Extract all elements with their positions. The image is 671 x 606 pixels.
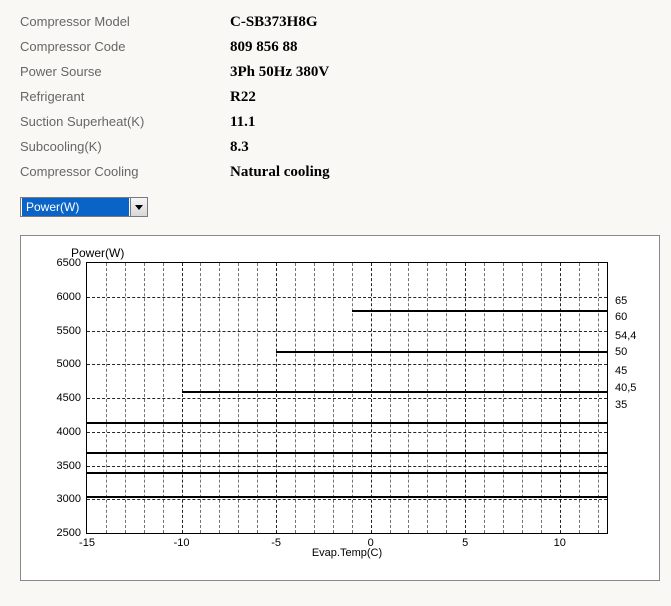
chart-ytick-label: 3000	[57, 493, 81, 505]
chart-gridline-vertical	[200, 263, 201, 533]
chart-xtick-label: 0	[368, 537, 374, 549]
chart-gridline-horizontal	[87, 364, 607, 365]
spec-value-power: 3Ph 50Hz 380V	[230, 64, 651, 81]
parameter-select[interactable]: Power(W)	[20, 197, 148, 217]
chevron-down-icon	[130, 198, 147, 216]
chart-xtick-label: 10	[554, 537, 566, 549]
spec-label-model: Compressor Model	[20, 14, 230, 31]
spec-value-subcooling: 8.3	[230, 139, 651, 156]
spec-label-power: Power Sourse	[20, 64, 230, 81]
chart-series-line	[87, 472, 607, 474]
chart-ytick-label: 4500	[57, 392, 81, 404]
chart-xtick-label: -15	[79, 537, 95, 549]
spec-value-refrigerant: R22	[230, 89, 651, 106]
chart-gridline-horizontal	[87, 499, 607, 500]
chart-series-line	[352, 310, 607, 312]
chart-series-label: 54,4	[615, 330, 636, 342]
chart-gridline-horizontal	[87, 466, 607, 467]
chart-series-label: 35	[615, 399, 627, 411]
chart-gridline-vertical	[314, 263, 315, 533]
chart-series-label: 50	[615, 346, 627, 358]
chart-series-line	[87, 496, 607, 498]
spec-value-superheat: 11.1	[230, 114, 651, 131]
chart-ytick-label: 5500	[57, 325, 81, 337]
chart-gridline-vertical	[390, 263, 391, 533]
chart-gridline-vertical	[446, 263, 447, 533]
chart-xtick-label: -5	[271, 537, 281, 549]
chart-gridline-vertical	[295, 263, 296, 533]
chart-gridline-vertical	[125, 263, 126, 533]
chart-gridline-vertical	[560, 263, 561, 533]
chart-plot-area: Evap.Temp(C) 250030003500400045005000550…	[86, 262, 608, 534]
chart-gridline-vertical	[371, 263, 372, 533]
chart-gridline-vertical	[352, 263, 353, 533]
chart-gridline-vertical	[238, 263, 239, 533]
spec-label-superheat: Suction Superheat(K)	[20, 114, 230, 131]
spec-label-cooling: Compressor Cooling	[20, 164, 230, 181]
chart-gridline-vertical	[503, 263, 504, 533]
chart-series-line	[276, 351, 607, 353]
chart-gridline-vertical	[427, 263, 428, 533]
chart-series-label: 65	[615, 295, 627, 307]
chart-ytick-label: 6500	[57, 257, 81, 269]
chart-gridline-horizontal	[87, 297, 607, 298]
chart-gridline-vertical	[484, 263, 485, 533]
chart-ytick-label: 3500	[57, 460, 81, 472]
spec-table: Compressor Model C-SB373H8G Compressor C…	[20, 14, 651, 181]
chart-ytick-label: 6000	[57, 291, 81, 303]
page-root: Compressor Model C-SB373H8G Compressor C…	[0, 0, 671, 606]
chart-xtick-label: -10	[174, 537, 190, 549]
chart-xtick-label: 5	[462, 537, 468, 549]
chart-gridline-vertical	[163, 263, 164, 533]
spec-label-refrigerant: Refrigerant	[20, 89, 230, 106]
chart-gridline-vertical	[465, 263, 466, 533]
chart-series-label: 45	[615, 365, 627, 377]
chart-gridline-vertical	[408, 263, 409, 533]
parameter-select-value: Power(W)	[22, 198, 129, 216]
chart-ytick-label: 4000	[57, 426, 81, 438]
chart-gridline-horizontal	[87, 398, 607, 399]
chart-x-label: Evap.Temp(C)	[87, 547, 607, 559]
chart-series-label: 60	[615, 311, 627, 323]
spec-value-cooling: Natural cooling	[230, 164, 651, 181]
chart-gridline-vertical	[182, 263, 183, 533]
chart-series-line	[87, 422, 607, 424]
chart-panel: Power(W) Evap.Temp(C) 250030003500400045…	[20, 235, 660, 581]
chart-gridline-vertical	[106, 263, 107, 533]
chart-series-line	[182, 391, 607, 393]
chart-ytick-label: 2500	[57, 527, 81, 539]
chart-gridline-vertical	[276, 263, 277, 533]
chart-series-label: 40,5	[615, 382, 636, 394]
chart-ytick-label: 5000	[57, 358, 81, 370]
spec-label-subcooling: Subcooling(K)	[20, 139, 230, 156]
chart-gridline-vertical	[579, 263, 580, 533]
spec-label-code: Compressor Code	[20, 39, 230, 56]
chart-gridline-vertical	[541, 263, 542, 533]
chart-gridline-vertical	[257, 263, 258, 533]
chart-gridline-vertical	[522, 263, 523, 533]
spec-value-model: C-SB373H8G	[230, 14, 651, 31]
chart-gridline-vertical	[333, 263, 334, 533]
spec-value-code: 809 856 88	[230, 39, 651, 56]
chart-gridline-horizontal	[87, 432, 607, 433]
chart-gridline-vertical	[144, 263, 145, 533]
chart-gridline-horizontal	[87, 331, 607, 332]
chart-gridline-vertical	[219, 263, 220, 533]
chart-series-line	[87, 452, 607, 454]
chart-gridline-vertical	[598, 263, 599, 533]
